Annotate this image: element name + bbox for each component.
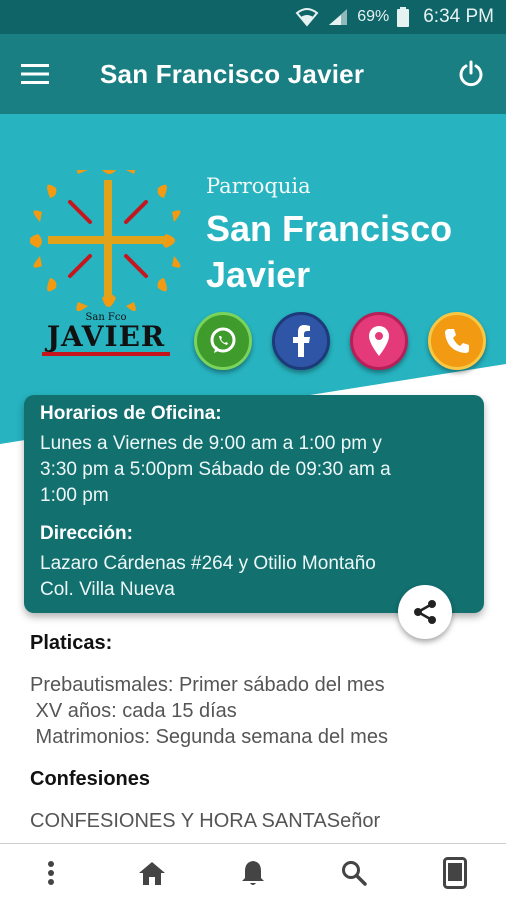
office-hours-line2: 3:30 pm a 5:00pm Sábado de 09:30 am a bbox=[40, 459, 391, 480]
phone-button[interactable] bbox=[428, 312, 486, 370]
location-button[interactable] bbox=[350, 312, 408, 370]
battery-icon bbox=[397, 7, 410, 27]
hamburger-menu-icon[interactable] bbox=[0, 34, 70, 114]
platicas-heading: Platicas: bbox=[30, 632, 113, 654]
confesiones-heading: Confesiones bbox=[30, 768, 151, 790]
platicas-line3: Matrimonios: Segunda semana del mes bbox=[30, 726, 388, 748]
search-icon[interactable] bbox=[324, 844, 384, 901]
info-card: Horarios de Oficina: Lunes a Viernes de … bbox=[24, 395, 484, 613]
home-icon[interactable] bbox=[122, 844, 182, 901]
address-heading: Dirección: bbox=[40, 523, 133, 544]
office-hours-line3: 1:00 pm bbox=[40, 485, 109, 506]
logo-wordmark-text: JAVIER bbox=[46, 320, 166, 353]
clock: 6:34 PM bbox=[423, 6, 494, 27]
platicas-line1: Prebautismales: Primer sábado del mes bbox=[30, 674, 385, 696]
parish-subtitle: Parroquia bbox=[206, 174, 311, 198]
facebook-icon bbox=[293, 325, 310, 357]
share-icon bbox=[414, 600, 436, 624]
power-icon[interactable] bbox=[436, 34, 506, 114]
share-button[interactable] bbox=[398, 585, 452, 639]
app-title: San Francisco Javier bbox=[100, 58, 365, 89]
phone-icon bbox=[445, 329, 469, 353]
location-pin-icon bbox=[369, 326, 389, 356]
parish-name-line1: San Francisco bbox=[206, 208, 453, 249]
tablet-icon[interactable] bbox=[425, 844, 485, 901]
app-bar: San Francisco Javier bbox=[0, 34, 506, 114]
status-bar: 69% 6:34 PM bbox=[0, 0, 506, 34]
wifi-icon bbox=[295, 7, 319, 27]
parish-name-line2: Javier bbox=[206, 254, 311, 295]
battery-percent: 69% bbox=[357, 8, 390, 25]
parish-logo bbox=[29, 161, 190, 430]
signal-icon bbox=[327, 7, 349, 27]
parish-name: San Francisco Javier bbox=[206, 206, 496, 298]
office-hours-line1: Lunes a Viernes de 9:00 am a 1:00 pm y bbox=[40, 433, 382, 454]
bell-icon[interactable] bbox=[223, 844, 283, 901]
office-hours-heading: Horarios de Oficina: bbox=[40, 403, 222, 424]
logo-wordmark: San Fco JAVIER bbox=[36, 312, 176, 362]
bottom-navigation bbox=[0, 843, 506, 901]
more-vertical-icon[interactable] bbox=[21, 844, 81, 901]
platicas-line2: XV años: cada 15 días bbox=[30, 700, 237, 722]
facebook-button[interactable] bbox=[272, 312, 330, 370]
confesiones-line1: CONFESIONES Y HORA SANTASeñor bbox=[30, 810, 381, 832]
whatsapp-button[interactable] bbox=[194, 312, 252, 370]
whatsapp-icon bbox=[210, 327, 236, 353]
address-line1: Lazaro Cárdenas #264 y Otilio Montaño bbox=[40, 553, 376, 574]
